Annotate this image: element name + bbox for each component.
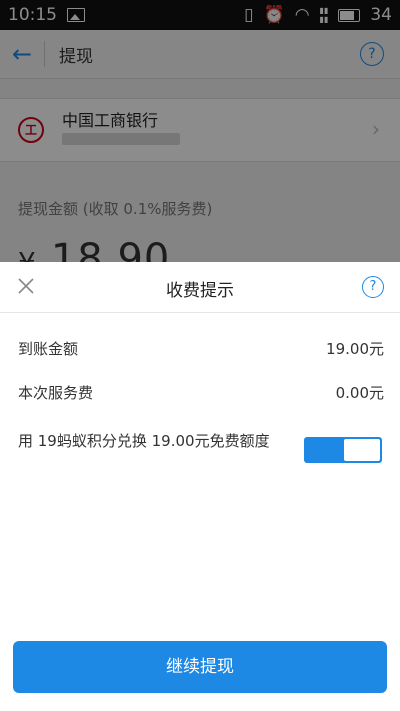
service-fee-value: 0.00元 xyxy=(335,384,384,402)
arrival-amount-value: 19.00元 xyxy=(326,340,384,358)
points-exchange-toggle[interactable] xyxy=(304,437,382,463)
sheet-header: 收费提示 ? xyxy=(0,262,400,313)
service-fee-label: 本次服务费 xyxy=(18,384,94,402)
help-icon[interactable]: ? xyxy=(362,276,384,298)
arrival-amount-label: 到账金额 xyxy=(18,340,79,358)
points-exchange-label: 用 19蚂蚁积分兑换 19.00元免费额度 xyxy=(18,432,270,450)
toggle-knob xyxy=(344,439,380,461)
sheet-title: 收费提示 xyxy=(166,281,234,301)
continue-withdraw-button[interactable]: 继续提现 xyxy=(13,641,387,693)
